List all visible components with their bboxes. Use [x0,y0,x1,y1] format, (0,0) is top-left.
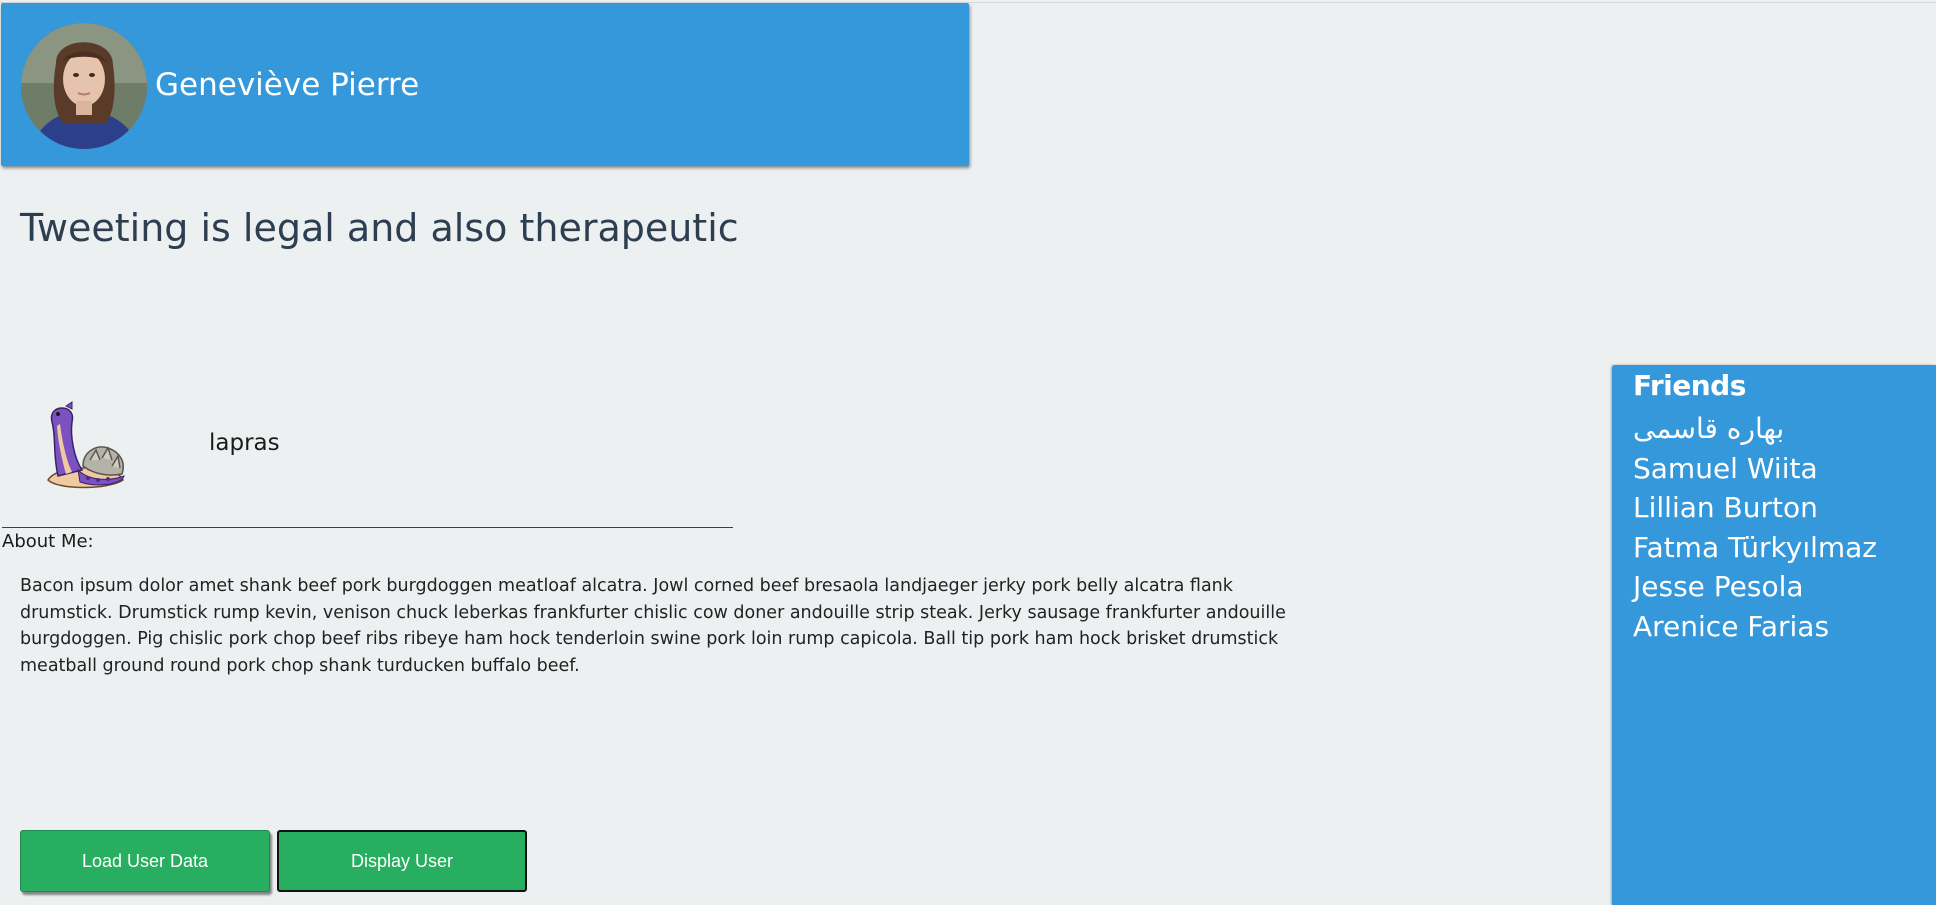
friend-item[interactable]: Samuel Wiita [1633,449,1877,489]
avatar-photo-icon [21,23,147,149]
friend-item[interactable]: Jesse Pesola [1633,567,1877,607]
load-user-data-button[interactable]: Load User Data [20,830,270,892]
about-text: Bacon ipsum dolor amet shank beef pork b… [20,576,1286,676]
profile-header: Geneviève Pierre [1,3,969,166]
avatar [21,23,147,149]
friend-item[interactable]: بهاره قاسمی [1633,409,1877,449]
friend-item[interactable]: Lillian Burton [1633,488,1877,528]
friend-item[interactable]: Arenice Farias [1633,607,1877,647]
status-text: Tweeting is legal and also therapeutic [20,206,739,250]
profile-name: Geneviève Pierre [155,67,420,103]
lapras-icon [38,400,130,492]
about-label: About Me: [2,531,94,552]
display-user-button[interactable]: Display User [277,830,527,892]
friend-item[interactable]: Fatma Türkyılmaz [1633,528,1877,568]
friends-title: Friends [1633,369,1746,402]
friends-panel: Friends بهاره قاسمی Samuel Wiita Lillian… [1612,365,1936,905]
pokemon-name: lapras [209,430,280,456]
divider [2,527,733,528]
friends-list: بهاره قاسمی Samuel Wiita Lillian Burton … [1633,409,1877,646]
